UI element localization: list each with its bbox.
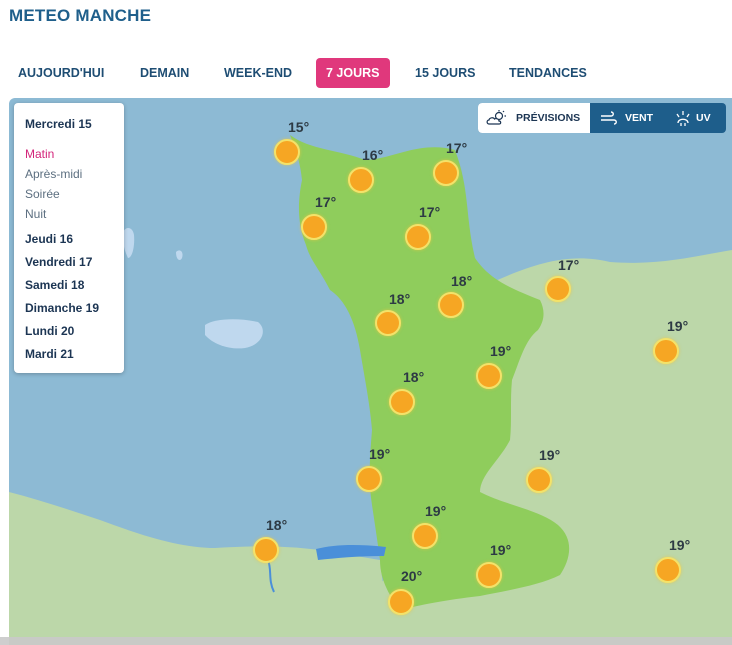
tab-15-jours[interactable]: 15 JOURS (415, 58, 475, 88)
sun-icon[interactable] (373, 308, 403, 338)
tab-week-end[interactable]: WEEK-END (224, 58, 292, 88)
temp-label: 17° (446, 140, 468, 156)
tab-tendances[interactable]: TENDANCES (509, 58, 587, 88)
toggle-vent-label: VENT (625, 112, 654, 124)
temp-label: 17° (419, 204, 441, 220)
sun-icon[interactable] (354, 464, 384, 494)
tab-aujourdhui[interactable]: AUJOURD'HUI (18, 58, 104, 88)
temp-label: 18° (451, 273, 473, 289)
sun-icon[interactable] (436, 290, 466, 320)
temp-label: 20° (401, 568, 423, 584)
sun-icon[interactable] (403, 222, 433, 252)
sun-icon[interactable] (524, 465, 554, 495)
temp-label: 17° (558, 257, 580, 273)
sun-icon[interactable] (431, 158, 461, 188)
toggle-previsions-button[interactable]: PRÉVISIONS (478, 103, 590, 133)
uv-icon (676, 111, 690, 126)
temp-label: 17° (315, 194, 337, 210)
day-vendredi-17[interactable]: Vendredi 17 (25, 255, 92, 269)
temp-label: 15° (288, 119, 310, 135)
temp-label: 19° (539, 447, 561, 463)
temp-label: 19° (490, 542, 512, 558)
toggle-uv-button[interactable]: UV (670, 103, 726, 133)
wind-icon (601, 111, 617, 125)
sun-icon[interactable] (387, 387, 417, 417)
sun-icon[interactable] (272, 137, 302, 167)
map-layer-toggle: PRÉVISIONS VENT UV (478, 103, 726, 133)
period-tabs: AUJOURD'HUI DEMAIN WEEK-END 7 JOURS 15 J… (0, 58, 732, 90)
sun-icon[interactable] (653, 555, 683, 585)
page-title: METEO MANCHE (9, 6, 152, 25)
bottom-scroll-edge (0, 637, 732, 645)
partly-cloudy-icon (486, 110, 506, 125)
sun-icon[interactable] (251, 535, 281, 565)
temp-label: 19° (667, 318, 689, 334)
temp-label: 19° (669, 537, 691, 553)
tab-demain[interactable]: DEMAIN (140, 58, 189, 88)
day-jeudi-16[interactable]: Jeudi 16 (25, 232, 73, 246)
toggle-vent-button[interactable]: VENT (590, 103, 670, 133)
day-samedi-18[interactable]: Samedi 18 (25, 278, 84, 292)
toggle-previsions-label: PRÉVISIONS (516, 112, 581, 124)
tab-7-jours[interactable]: 7 JOURS (316, 58, 390, 88)
sun-icon[interactable] (474, 361, 504, 391)
temp-label: 16° (362, 147, 384, 163)
temp-label: 18° (266, 517, 288, 533)
sun-icon[interactable] (410, 521, 440, 551)
temp-label: 19° (369, 446, 391, 462)
temp-label: 19° (425, 503, 447, 519)
day-selector: Mercredi 15 Matin Après-midi Soirée Nuit… (14, 103, 124, 373)
day-dimanche-19[interactable]: Dimanche 19 (25, 301, 99, 315)
toggle-uv-label: UV (696, 112, 711, 124)
sun-icon[interactable] (386, 587, 416, 617)
slot-apres-midi[interactable]: Après-midi (25, 167, 82, 181)
temp-label: 19° (490, 343, 512, 359)
slot-matin[interactable]: Matin (25, 147, 54, 161)
day-mardi-21[interactable]: Mardi 21 (25, 347, 74, 361)
current-day-label[interactable]: Mercredi 15 (25, 117, 92, 131)
temp-label: 18° (403, 369, 425, 385)
slot-nuit[interactable]: Nuit (25, 207, 46, 221)
day-lundi-20[interactable]: Lundi 20 (25, 324, 74, 338)
temp-label: 18° (389, 291, 411, 307)
sun-icon[interactable] (474, 560, 504, 590)
sun-icon[interactable] (651, 336, 681, 366)
slot-soiree[interactable]: Soirée (25, 187, 60, 201)
sun-icon[interactable] (346, 165, 376, 195)
sun-icon[interactable] (543, 274, 573, 304)
sun-icon[interactable] (299, 212, 329, 242)
